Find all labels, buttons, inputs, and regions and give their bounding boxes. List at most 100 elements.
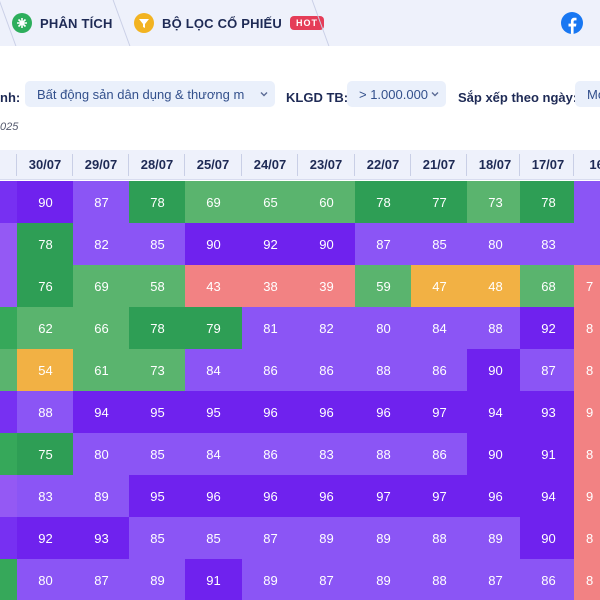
heatmap-cell: 8 xyxy=(574,433,600,475)
heatmap-cell: 59 xyxy=(355,265,412,307)
heatmap-cell: 94 xyxy=(467,391,524,433)
tab-analysis[interactable]: PHÂN TÍCH xyxy=(12,0,113,46)
heatmap-cell: 94 xyxy=(520,475,577,517)
heatmap-cell: 90 xyxy=(520,517,577,559)
tab-stock-filter[interactable]: BỘ LỌC CỔ PHIẾU HOT xyxy=(134,0,325,46)
heatmap-cell: 97 xyxy=(411,391,468,433)
date-header-cell[interactable]: 24/07 xyxy=(242,157,298,172)
heatmap-cell: 89 xyxy=(467,517,524,559)
heatmap-cell: 96 xyxy=(467,475,524,517)
facebook-icon[interactable] xyxy=(561,12,583,34)
date-note: 025 xyxy=(0,121,19,133)
heatmap-cell: 85 xyxy=(185,517,242,559)
heatmap-cell: 95 xyxy=(185,391,242,433)
heatmap-cell: 38 xyxy=(242,265,299,307)
heatmap-cell: 76 xyxy=(17,265,74,307)
analysis-icon xyxy=(12,13,32,33)
heatmap-cell: 89 xyxy=(355,517,412,559)
heatmap-cell: 90 xyxy=(17,181,74,223)
date-header-cell[interactable]: 17/07 xyxy=(520,157,576,172)
heatmap-cell: 90 xyxy=(467,433,524,475)
date-header-row: 30/07 29/07 28/07 25/07 24/07 23/07 22/07 21/07… xyxy=(0,150,600,180)
tab-stock-filter-label: BỘ LỌC CỔ PHIẾU xyxy=(162,15,283,31)
heatmap-cell: 96 xyxy=(185,475,242,517)
klgd-label: KLGD TB: xyxy=(286,90,349,105)
heatmap-cell: 97 xyxy=(411,475,468,517)
heatmap-cell: 79 xyxy=(185,307,242,349)
heatmap-cell: 87 xyxy=(355,223,412,265)
heatmap-cell: 84 xyxy=(185,349,242,391)
heatmap-cell: 91 xyxy=(185,559,242,600)
heatmap-cell: 85 xyxy=(129,433,186,475)
heatmap-cell: 61 xyxy=(73,349,130,391)
chevron-down-icon xyxy=(431,92,439,97)
heatmap-edge-cell xyxy=(0,391,17,433)
heatmap-cell: 66 xyxy=(73,307,130,349)
heatmap-cell: 87 xyxy=(520,349,577,391)
heatmap-cell: 69 xyxy=(73,265,130,307)
heatmap-cell: 89 xyxy=(298,517,355,559)
heatmap-cell: 88 xyxy=(411,559,468,600)
heatmap-cell: 78 xyxy=(129,307,186,349)
date-header-cell[interactable]: 23/07 xyxy=(298,157,354,172)
heatmap-cell: 88 xyxy=(355,349,412,391)
heatmap-cell: 92 xyxy=(520,307,577,349)
heatmap-cell: 9 xyxy=(574,391,600,433)
date-header-cell[interactable]: 21/07 xyxy=(411,157,467,172)
heatmap-cell: 78 xyxy=(129,181,186,223)
klgd-select[interactable]: > 1.000.000 xyxy=(347,81,446,107)
sector-select[interactable]: Bất động sản dân dụng & thương m xyxy=(25,81,275,107)
heatmap-cell: 87 xyxy=(73,559,130,600)
heatmap-cell: 80 xyxy=(73,433,130,475)
heatmap-cell: 85 xyxy=(129,517,186,559)
heatmap-cell: 92 xyxy=(242,223,299,265)
heatmap-cell: 89 xyxy=(73,475,130,517)
date-header-cell[interactable]: 28/07 xyxy=(129,157,185,172)
heatmap-cell xyxy=(574,223,600,265)
score-heatmap: 90 87 78 69 65 60 78 77 73 78 78 82 85 90 92 90 87 85 80 83… xyxy=(0,181,600,600)
date-header-cell[interactable]: 18/07 xyxy=(467,157,523,172)
heatmap-cell: 78 xyxy=(17,223,74,265)
date-header-cell[interactable]: 25/07 xyxy=(185,157,241,172)
heatmap-cell: 86 xyxy=(298,349,355,391)
sort-label: Sắp xếp theo ngày: xyxy=(458,90,578,105)
heatmap-cell: 77 xyxy=(411,181,468,223)
heatmap-edge-cell xyxy=(0,307,17,349)
heatmap-cell: 84 xyxy=(185,433,242,475)
date-header-cell[interactable]: 29/07 xyxy=(73,157,129,172)
heatmap-cell: 8 xyxy=(574,307,600,349)
heatmap-edge-cell xyxy=(0,223,17,265)
heatmap-cell: 8 xyxy=(574,517,600,559)
heatmap-cell: 88 xyxy=(411,517,468,559)
heatmap-cell xyxy=(574,181,600,223)
sector-label: nh: xyxy=(0,90,21,105)
date-header-cell[interactable]: 16/0 xyxy=(574,157,600,172)
heatmap-cell: 85 xyxy=(411,223,468,265)
heatmap-cell: 88 xyxy=(467,307,524,349)
heatmap-cell: 54 xyxy=(17,349,74,391)
heatmap-cell: 87 xyxy=(298,559,355,600)
heatmap-cell: 89 xyxy=(355,559,412,600)
screen: PHÂN TÍCH BỘ LỌC CỔ PHIẾU HOT nh: Bất độ… xyxy=(0,0,600,600)
heatmap-cell: 83 xyxy=(17,475,74,517)
heatmap-cell: 95 xyxy=(129,391,186,433)
heatmap-cell: 93 xyxy=(520,391,577,433)
heatmap-cell: 78 xyxy=(355,181,412,223)
heatmap-cell: 7 xyxy=(574,265,600,307)
heatmap-cell: 75 xyxy=(17,433,74,475)
heatmap-cell: 86 xyxy=(411,433,468,475)
filter-bar: nh: Bất động sản dân dụng & thương m KLG… xyxy=(0,46,600,150)
sort-select[interactable]: Mớ xyxy=(575,81,600,107)
heatmap-cell: 8 xyxy=(574,349,600,391)
heatmap-cell: 62 xyxy=(17,307,74,349)
date-header-cell[interactable]: 30/07 xyxy=(17,157,73,172)
chevron-down-icon xyxy=(260,92,268,97)
heatmap-cell: 90 xyxy=(298,223,355,265)
heatmap-cell: 80 xyxy=(467,223,524,265)
heatmap-cell: 43 xyxy=(185,265,242,307)
heatmap-cell: 65 xyxy=(242,181,299,223)
date-header-cell[interactable]: 22/07 xyxy=(355,157,411,172)
heatmap-cell: 80 xyxy=(17,559,74,600)
heatmap-cell: 96 xyxy=(298,391,355,433)
heatmap-cell: 83 xyxy=(520,223,577,265)
